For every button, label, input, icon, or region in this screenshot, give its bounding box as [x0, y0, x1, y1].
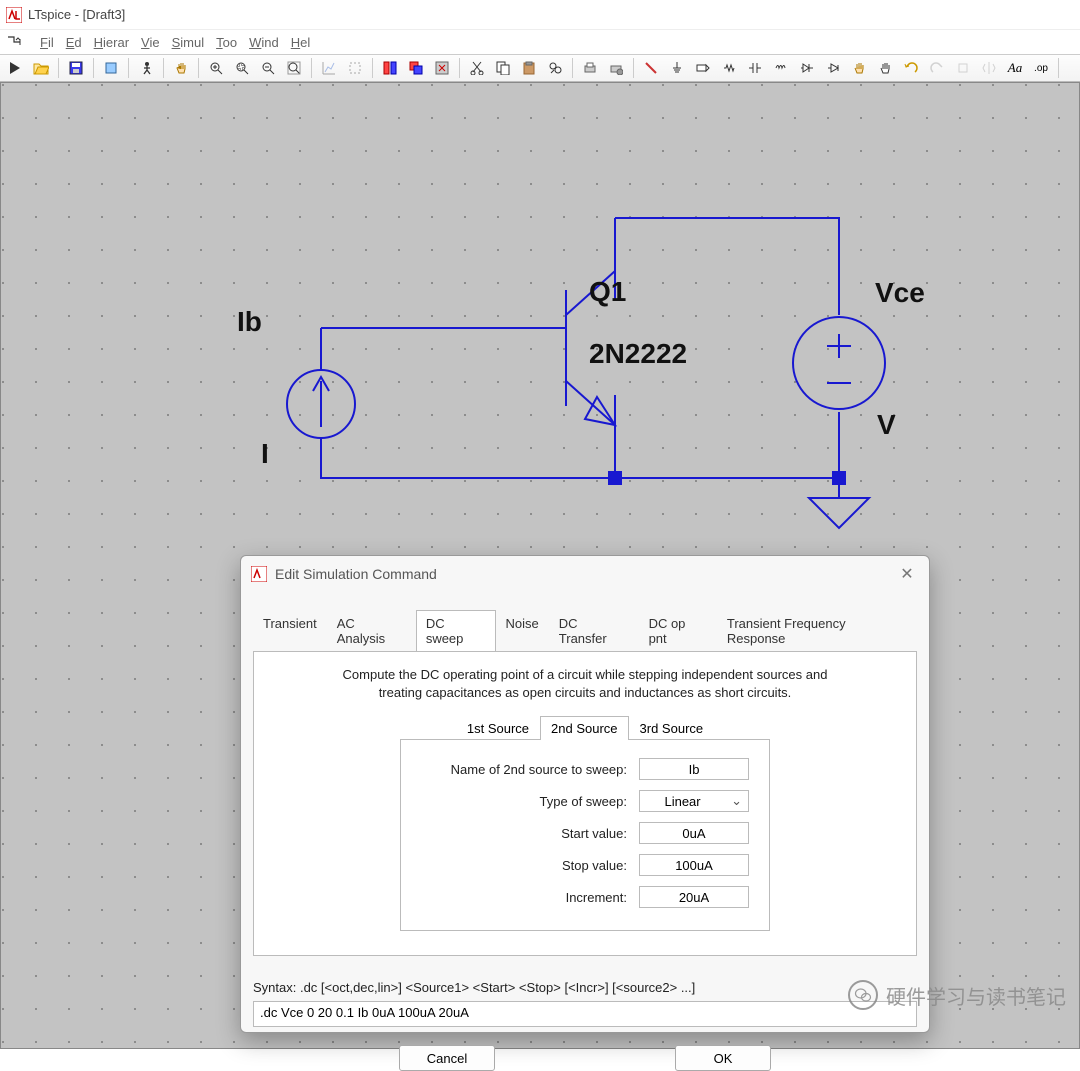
move-icon[interactable] — [848, 57, 870, 79]
open-icon[interactable] — [30, 57, 52, 79]
vce-label[interactable]: Vce — [875, 277, 925, 309]
doc-icon — [6, 34, 22, 50]
tab-ac-analysis[interactable]: AC Analysis — [327, 610, 416, 651]
component-icon[interactable] — [822, 57, 844, 79]
tab-dc-op-pnt[interactable]: DC op pnt — [639, 610, 717, 651]
menu-hel[interactable]: Hel — [285, 35, 317, 50]
menu-hierar[interactable]: Hierar — [88, 35, 135, 50]
zoom-area-icon[interactable] — [231, 57, 253, 79]
menu-simul[interactable]: Simul — [166, 35, 211, 50]
app-title: LTspice - [Draft3] — [28, 7, 125, 22]
source-tabs: 1st Source2nd Source3rd Source — [274, 716, 896, 740]
v-label[interactable]: V — [877, 409, 896, 441]
label-icon[interactable] — [692, 57, 714, 79]
spice-directive-icon[interactable]: .op — [1030, 57, 1052, 79]
menu-ed[interactable]: Ed — [60, 35, 88, 50]
paste-icon[interactable] — [518, 57, 540, 79]
undo-icon[interactable] — [900, 57, 922, 79]
dialog-title-bar[interactable]: Edit Simulation Command ✕ — [241, 556, 929, 592]
running-man-icon[interactable] — [135, 57, 157, 79]
q1-label[interactable]: Q1 — [589, 276, 626, 308]
name-label: Name of 2nd source to sweep: — [421, 762, 639, 777]
wechat-icon — [848, 980, 878, 1010]
increment-label: Increment: — [421, 890, 639, 905]
drag-icon[interactable] — [874, 57, 896, 79]
zoom-out-icon[interactable] — [257, 57, 279, 79]
menu-too[interactable]: Too — [210, 35, 243, 50]
redo-icon[interactable] — [926, 57, 948, 79]
copy-icon[interactable] — [492, 57, 514, 79]
start-label: Start value: — [421, 826, 639, 841]
tab-noise[interactable]: Noise — [496, 610, 549, 651]
menu-vie[interactable]: Vie — [135, 35, 166, 50]
cancel-button[interactable]: Cancel — [399, 1045, 495, 1071]
tile-icon[interactable] — [379, 57, 401, 79]
print-icon[interactable] — [579, 57, 601, 79]
tab-description: Compute the DC operating point of a circ… — [274, 666, 896, 702]
dialog-title: Edit Simulation Command — [275, 566, 437, 582]
text-icon[interactable]: Aa — [1004, 57, 1026, 79]
pan-icon[interactable] — [170, 57, 192, 79]
zoom-in-icon[interactable] — [205, 57, 227, 79]
diode-icon[interactable] — [796, 57, 818, 79]
sweep-type-select[interactable]: Linear ⌄ — [639, 790, 749, 812]
title-bar: LTspice - [Draft3] — [0, 0, 1080, 30]
mirror-icon[interactable] — [978, 57, 1000, 79]
toolbar: Aa .op — [0, 54, 1080, 82]
tab-dc-sweep[interactable]: DC sweep — [416, 610, 496, 651]
src-tab-3rd-source[interactable]: 3rd Source — [629, 716, 715, 740]
ib-label[interactable]: Ib — [237, 306, 262, 338]
close-all-icon[interactable] — [431, 57, 453, 79]
analysis-tabs: TransientAC AnalysisDC sweepNoiseDC Tran… — [241, 610, 929, 652]
menu-bar: FilEdHierarVieSimulTooWindHel — [0, 30, 1080, 54]
stop-label: Stop value: — [421, 858, 639, 873]
start-value-input[interactable] — [639, 822, 749, 844]
src-tab-2nd-source[interactable]: 2nd Source — [540, 716, 629, 740]
zoom-fit-icon[interactable] — [283, 57, 305, 79]
chevron-down-icon: ⌄ — [725, 793, 748, 809]
increment-input[interactable] — [639, 886, 749, 908]
menu-wind[interactable]: Wind — [243, 35, 285, 50]
wire-icon[interactable] — [640, 57, 662, 79]
close-icon[interactable]: ✕ — [895, 562, 919, 586]
watermark: 硬件学习与读书笔记 — [848, 980, 1066, 1010]
find-icon[interactable] — [544, 57, 566, 79]
stop-value-input[interactable] — [639, 854, 749, 876]
syntax-hint: Syntax: .dc [<oct,dec,lin>] <Source1> <S… — [253, 980, 917, 995]
save-icon[interactable] — [65, 57, 87, 79]
tab-dc-transfer[interactable]: DC Transfer — [549, 610, 639, 651]
print-setup-icon[interactable] — [605, 57, 627, 79]
ground-icon[interactable] — [666, 57, 688, 79]
command-box[interactable]: .dc Vce 0 20 0.1 Ib 0uA 100uA 20uA — [253, 1001, 917, 1027]
cut-icon[interactable] — [466, 57, 488, 79]
app-icon — [251, 566, 267, 582]
autorange-icon[interactable] — [318, 57, 340, 79]
rotate-icon[interactable] — [952, 57, 974, 79]
app-icon — [6, 7, 22, 23]
control-panel-icon[interactable] — [100, 57, 122, 79]
src-tab-1st-source[interactable]: 1st Source — [456, 716, 540, 740]
inductor-icon[interactable] — [770, 57, 792, 79]
edit-simulation-dialog: Edit Simulation Command ✕ TransientAC An… — [240, 555, 930, 1033]
run-icon[interactable] — [4, 57, 26, 79]
menu-fil[interactable]: Fil — [34, 35, 60, 50]
capacitor-icon[interactable] — [744, 57, 766, 79]
tab-transient[interactable]: Transient — [253, 610, 327, 651]
source-name-input[interactable] — [639, 758, 749, 780]
marching-icon[interactable] — [344, 57, 366, 79]
resistor-icon[interactable] — [718, 57, 740, 79]
cascade-icon[interactable] — [405, 57, 427, 79]
q1-value[interactable]: 2N2222 — [589, 338, 687, 370]
type-label: Type of sweep: — [421, 794, 639, 809]
ok-button[interactable]: OK — [675, 1045, 771, 1071]
tab-transient-frequency-response[interactable]: Transient Frequency Response — [717, 610, 917, 651]
i-label[interactable]: I — [261, 438, 269, 470]
